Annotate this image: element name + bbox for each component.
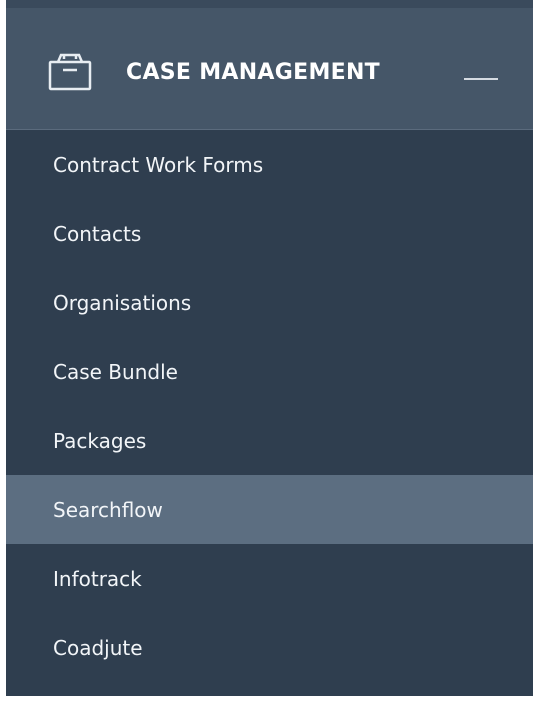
- case-box-icon: [48, 53, 92, 91]
- menu-item-packages[interactable]: Packages: [6, 406, 533, 475]
- case-management-menu: Contract Work Forms Contacts Organisatio…: [6, 130, 533, 682]
- section-title: CASE MANAGEMENT: [126, 60, 380, 85]
- case-management-header[interactable]: CASE MANAGEMENT: [6, 8, 533, 130]
- menu-item-searchflow[interactable]: Searchflow: [6, 475, 533, 544]
- menu-item-contract-work-forms[interactable]: Contract Work Forms: [6, 130, 533, 199]
- menu-item-contacts[interactable]: Contacts: [6, 199, 533, 268]
- menu-item-case-bundle[interactable]: Case Bundle: [6, 337, 533, 406]
- minus-icon[interactable]: [464, 78, 498, 80]
- menu-item-coadjute[interactable]: Coadjute: [6, 613, 533, 682]
- menu-item-organisations[interactable]: Organisations: [6, 268, 533, 337]
- sidebar-top-strip: [6, 0, 533, 8]
- case-management-sidebar: CASE MANAGEMENT Contract Work Forms Cont…: [6, 8, 533, 696]
- menu-item-infotrack[interactable]: Infotrack: [6, 544, 533, 613]
